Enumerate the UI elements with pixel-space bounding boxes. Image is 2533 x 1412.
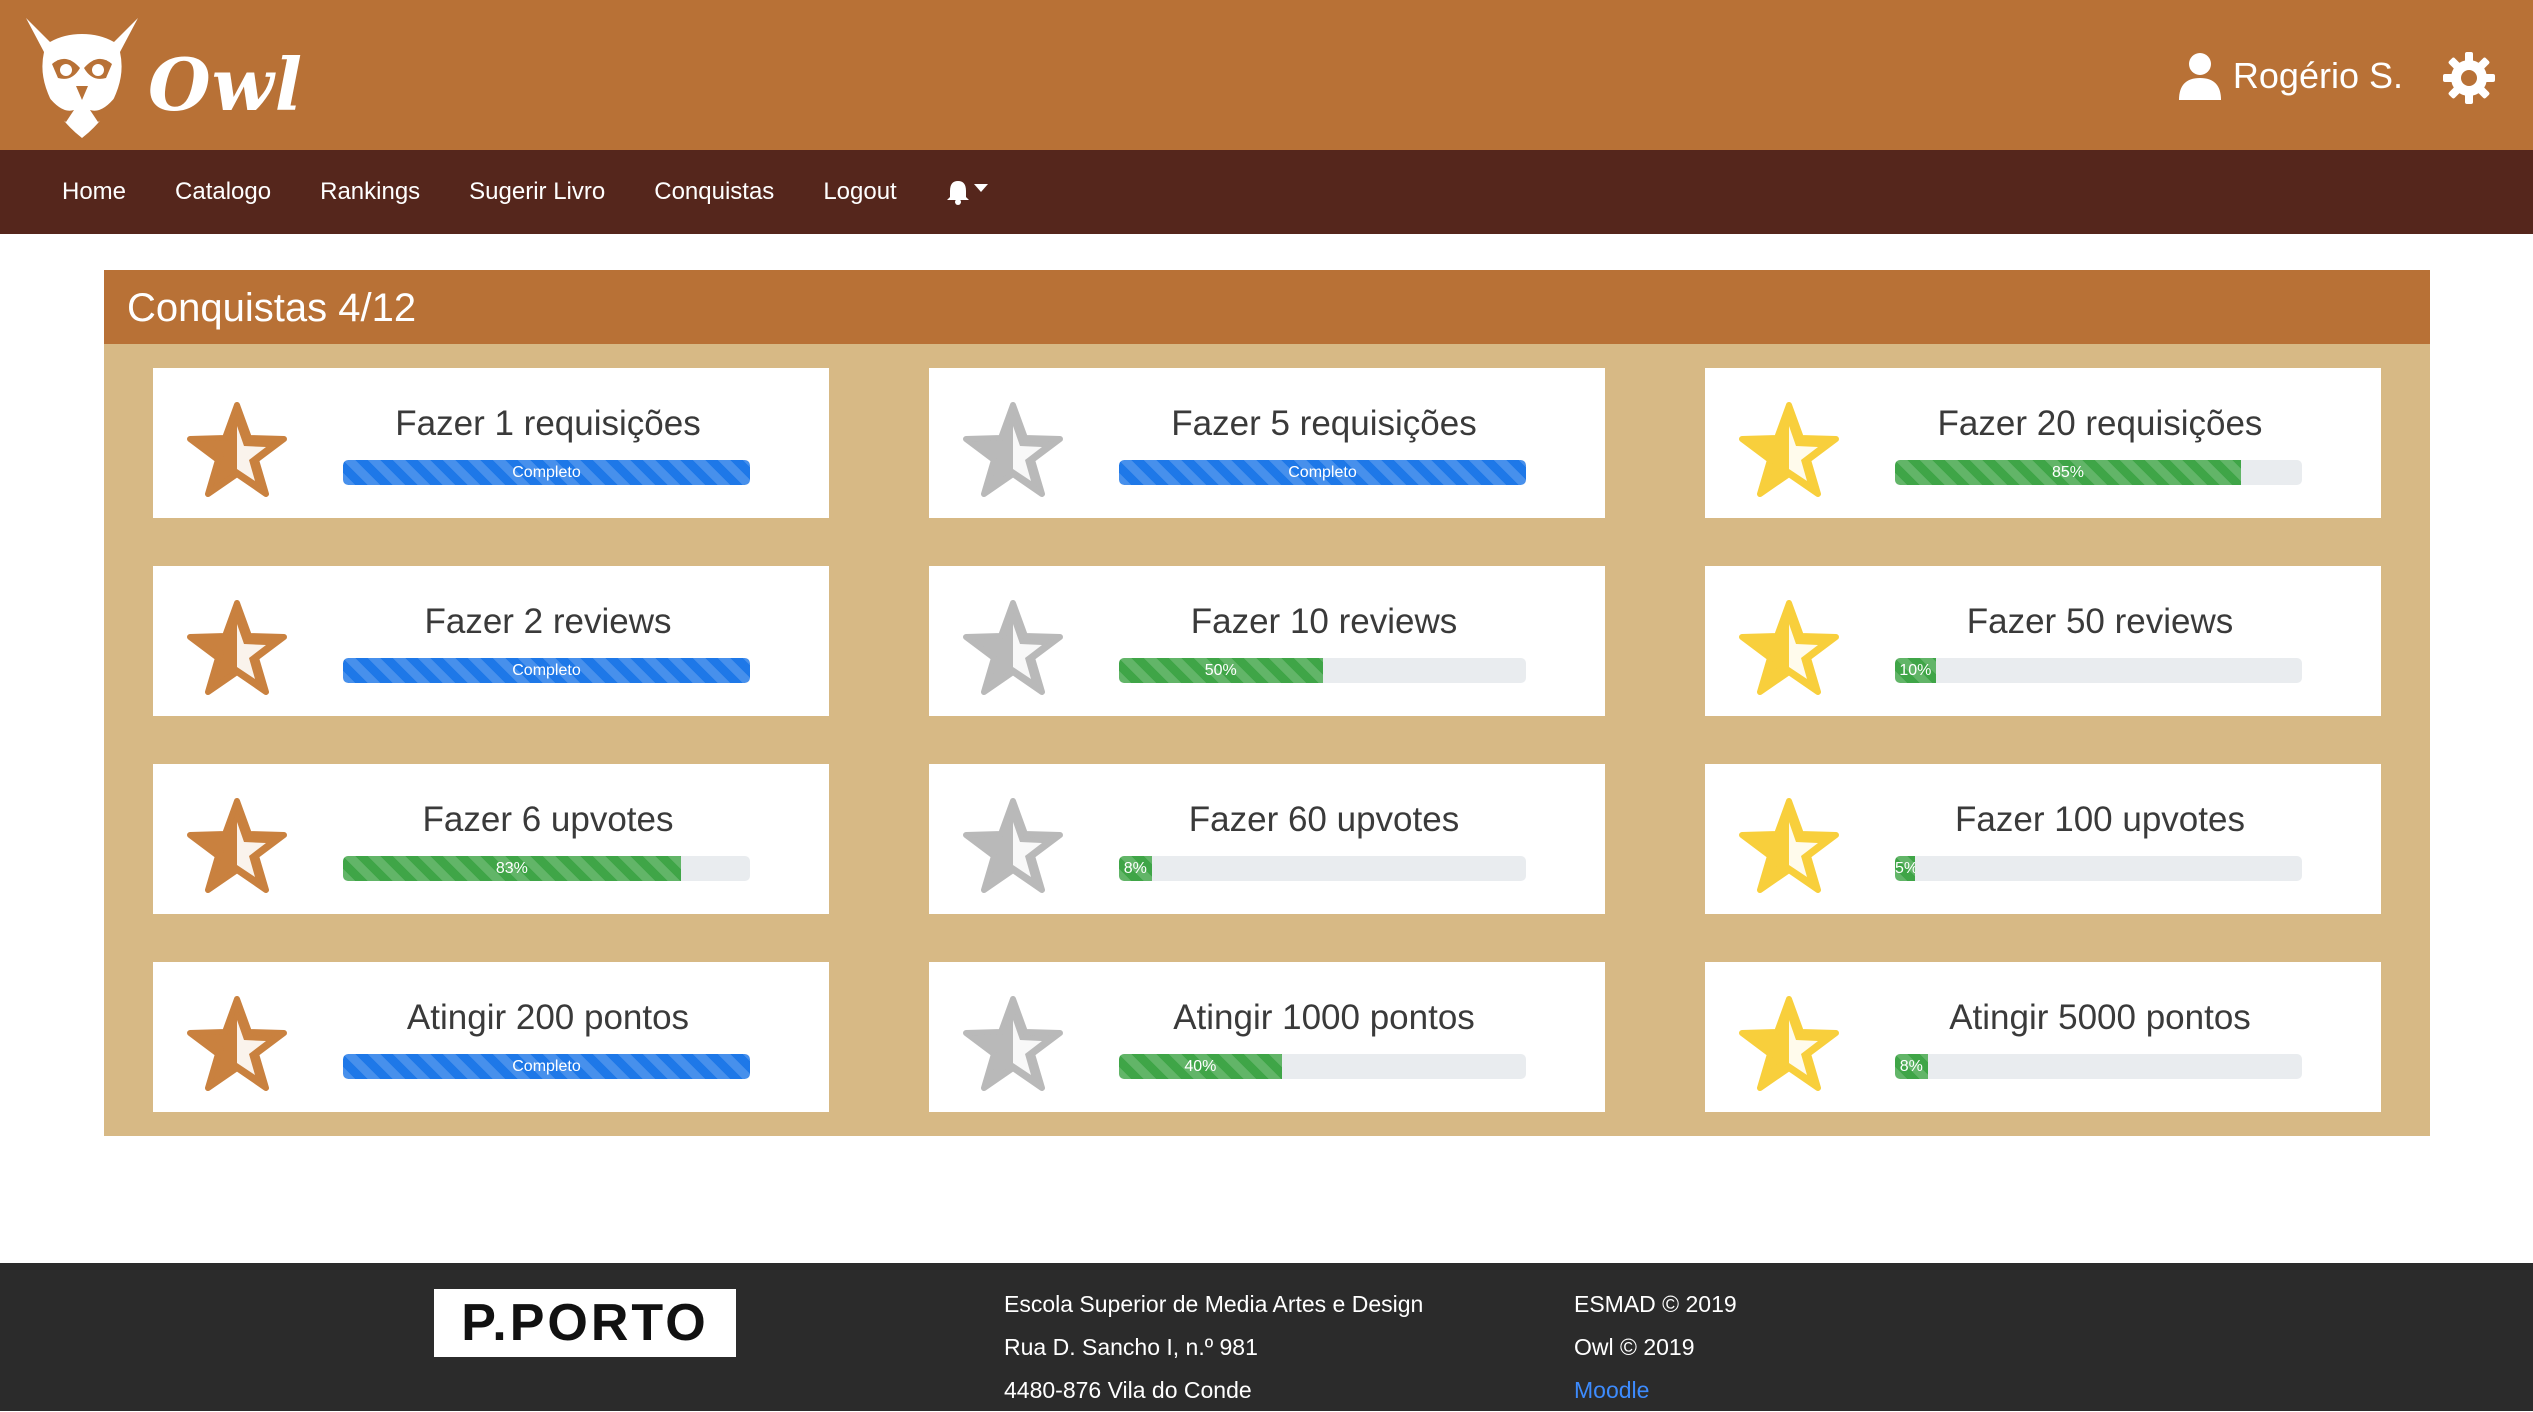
pporto-logo: P.PORTO	[434, 1289, 736, 1357]
achievement-card: Fazer 20 requisições 85%	[1705, 368, 2381, 518]
progress-fill: 40%	[1119, 1054, 1282, 1079]
achievement-title: Fazer 6 upvotes	[422, 800, 674, 839]
achievement-title: Fazer 20 requisições	[1937, 404, 2263, 443]
nav-conquistas[interactable]: Conquistas	[654, 178, 774, 206]
owl-logo-icon[interactable]	[22, 18, 142, 140]
progress-fill: 10%	[1895, 658, 1936, 683]
progress-fill: 85%	[1895, 460, 2241, 485]
progress-bar: Completo	[343, 460, 750, 485]
progress-fill: Completo	[343, 658, 750, 683]
progress-bar: 40%	[1119, 1054, 1526, 1079]
panel-title: Conquistas 4/12	[104, 270, 2430, 344]
copyright-owl: Owl © 2019	[1574, 1334, 1695, 1360]
footer-address: Escola Superior de Media Artes e Design …	[1004, 1283, 1423, 1412]
achievement-card: Atingir 1000 pontos 40%	[929, 962, 1605, 1112]
achievements-panel: Conquistas 4/12 Fazer 1 requisições Compl…	[104, 270, 2430, 1136]
star-silver-icon	[963, 996, 1063, 1091]
star-gold-icon	[1739, 996, 1839, 1091]
nav-home[interactable]: Home	[62, 178, 126, 206]
achievement-title: Fazer 60 upvotes	[1188, 800, 1460, 839]
footer: P.PORTO Escola Superior de Media Artes e…	[0, 1263, 2533, 1411]
user-icon	[2178, 53, 2221, 100]
progress-bar: 10%	[1895, 658, 2302, 683]
achievement-title: Fazer 50 reviews	[1966, 602, 2234, 641]
achievement-card: Fazer 100 upvotes 5%	[1705, 764, 2381, 914]
star-bronze-icon	[187, 996, 287, 1091]
progress-bar: 83%	[343, 856, 750, 881]
progress-bar: 5%	[1895, 856, 2302, 881]
copyright-esmad: ESMAD © 2019	[1574, 1291, 1737, 1317]
progress-bar: Completo	[343, 658, 750, 683]
gear-icon[interactable]	[2443, 52, 2495, 104]
achievement-card: Fazer 10 reviews 50%	[929, 566, 1605, 716]
bell-icon	[946, 181, 969, 205]
achievement-title: Fazer 5 requisições	[1171, 404, 1477, 443]
progress-fill: 8%	[1895, 1054, 1928, 1079]
achievement-card: Fazer 60 upvotes 8%	[929, 764, 1605, 914]
star-gold-icon	[1739, 402, 1839, 497]
progress-bar: Completo	[1119, 460, 1526, 485]
star-silver-icon	[963, 798, 1063, 893]
nav-catalogo[interactable]: Catalogo	[175, 178, 271, 206]
school-name: Escola Superior de Media Artes e Design	[1004, 1291, 1424, 1317]
nav-sugerir-livro[interactable]: Sugerir Livro	[469, 178, 605, 206]
progress-fill: 83%	[343, 856, 681, 881]
star-gold-icon	[1739, 600, 1839, 695]
achievement-card: Atingir 200 pontos Completo	[153, 962, 829, 1112]
chevron-down-icon	[973, 184, 988, 192]
achievement-title: Atingir 5000 pontos	[1949, 998, 2251, 1037]
achievement-card: Fazer 50 reviews 10%	[1705, 566, 2381, 716]
user-name: Rogério S.	[2232, 55, 2403, 96]
star-gold-icon	[1739, 798, 1839, 893]
progress-fill: Completo	[343, 460, 750, 485]
progress-fill: Completo	[1119, 460, 1526, 485]
footer-copyright: ESMAD © 2019 Owl © 2019 Moodle	[1574, 1283, 1737, 1412]
main-navbar: Home Catalogo Rankings Sugerir Livro Con…	[0, 150, 2533, 234]
progress-bar: 85%	[1895, 460, 2302, 485]
brand-name[interactable]: Owl	[148, 42, 303, 127]
achievement-card: Fazer 2 reviews Completo	[153, 566, 829, 716]
progress-bar: 8%	[1895, 1054, 2302, 1079]
achievement-title: Fazer 1 requisições	[395, 404, 701, 443]
achievement-title: Atingir 200 pontos	[406, 998, 690, 1037]
top-header: Owl Rogério S.	[0, 0, 2533, 150]
address-line-1: Rua D. Sancho I, n.º 981	[1004, 1334, 1258, 1360]
star-bronze-icon	[187, 402, 287, 497]
star-bronze-icon	[187, 798, 287, 893]
progress-fill: 5%	[1895, 856, 1916, 881]
star-bronze-icon	[187, 600, 287, 695]
progress-fill: 8%	[1119, 856, 1152, 881]
progress-bar: 8%	[1119, 856, 1526, 881]
moodle-link[interactable]: Moodle	[1574, 1377, 1649, 1403]
achievement-card: Atingir 5000 pontos 8%	[1705, 962, 2381, 1112]
user-menu[interactable]: Rogério S.	[2178, 52, 2403, 100]
achievement-card: Fazer 5 requisições Completo	[929, 368, 1605, 518]
nav-rankings[interactable]: Rankings	[320, 178, 420, 206]
achievement-title: Fazer 10 reviews	[1190, 602, 1458, 641]
achievement-title: Atingir 1000 pontos	[1173, 998, 1475, 1037]
progress-bar: 50%	[1119, 658, 1526, 683]
progress-fill: 50%	[1119, 658, 1323, 683]
star-silver-icon	[963, 402, 1063, 497]
star-silver-icon	[963, 600, 1063, 695]
achievement-card: Fazer 6 upvotes 83%	[153, 764, 829, 914]
progress-bar: Completo	[343, 1054, 750, 1079]
achievement-title: Fazer 2 reviews	[424, 602, 672, 641]
progress-fill: Completo	[343, 1054, 750, 1079]
achievement-title: Fazer 100 upvotes	[1955, 800, 2245, 839]
achievement-card: Fazer 1 requisições Completo	[153, 368, 829, 518]
notifications-dropdown[interactable]	[946, 179, 988, 205]
nav-logout[interactable]: Logout	[823, 178, 896, 206]
address-line-2: 4480-876 Vila do Conde	[1004, 1377, 1252, 1403]
